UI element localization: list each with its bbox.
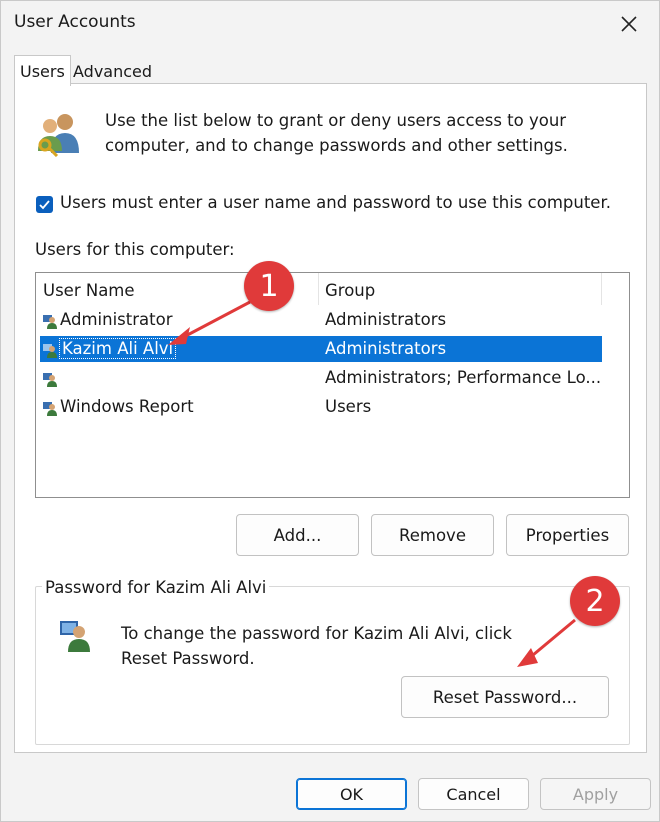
arrow-annotation (177, 300, 251, 342)
tab-users[interactable]: Users (14, 55, 71, 86)
annotation-badge-2: 2 (570, 576, 620, 626)
annotation-arrows (168, 300, 576, 667)
arrow-annotation (526, 618, 576, 662)
arrow-annotation (168, 327, 190, 345)
arrow-annotation (517, 648, 538, 667)
annotation-badge-1: 1 (244, 261, 294, 311)
